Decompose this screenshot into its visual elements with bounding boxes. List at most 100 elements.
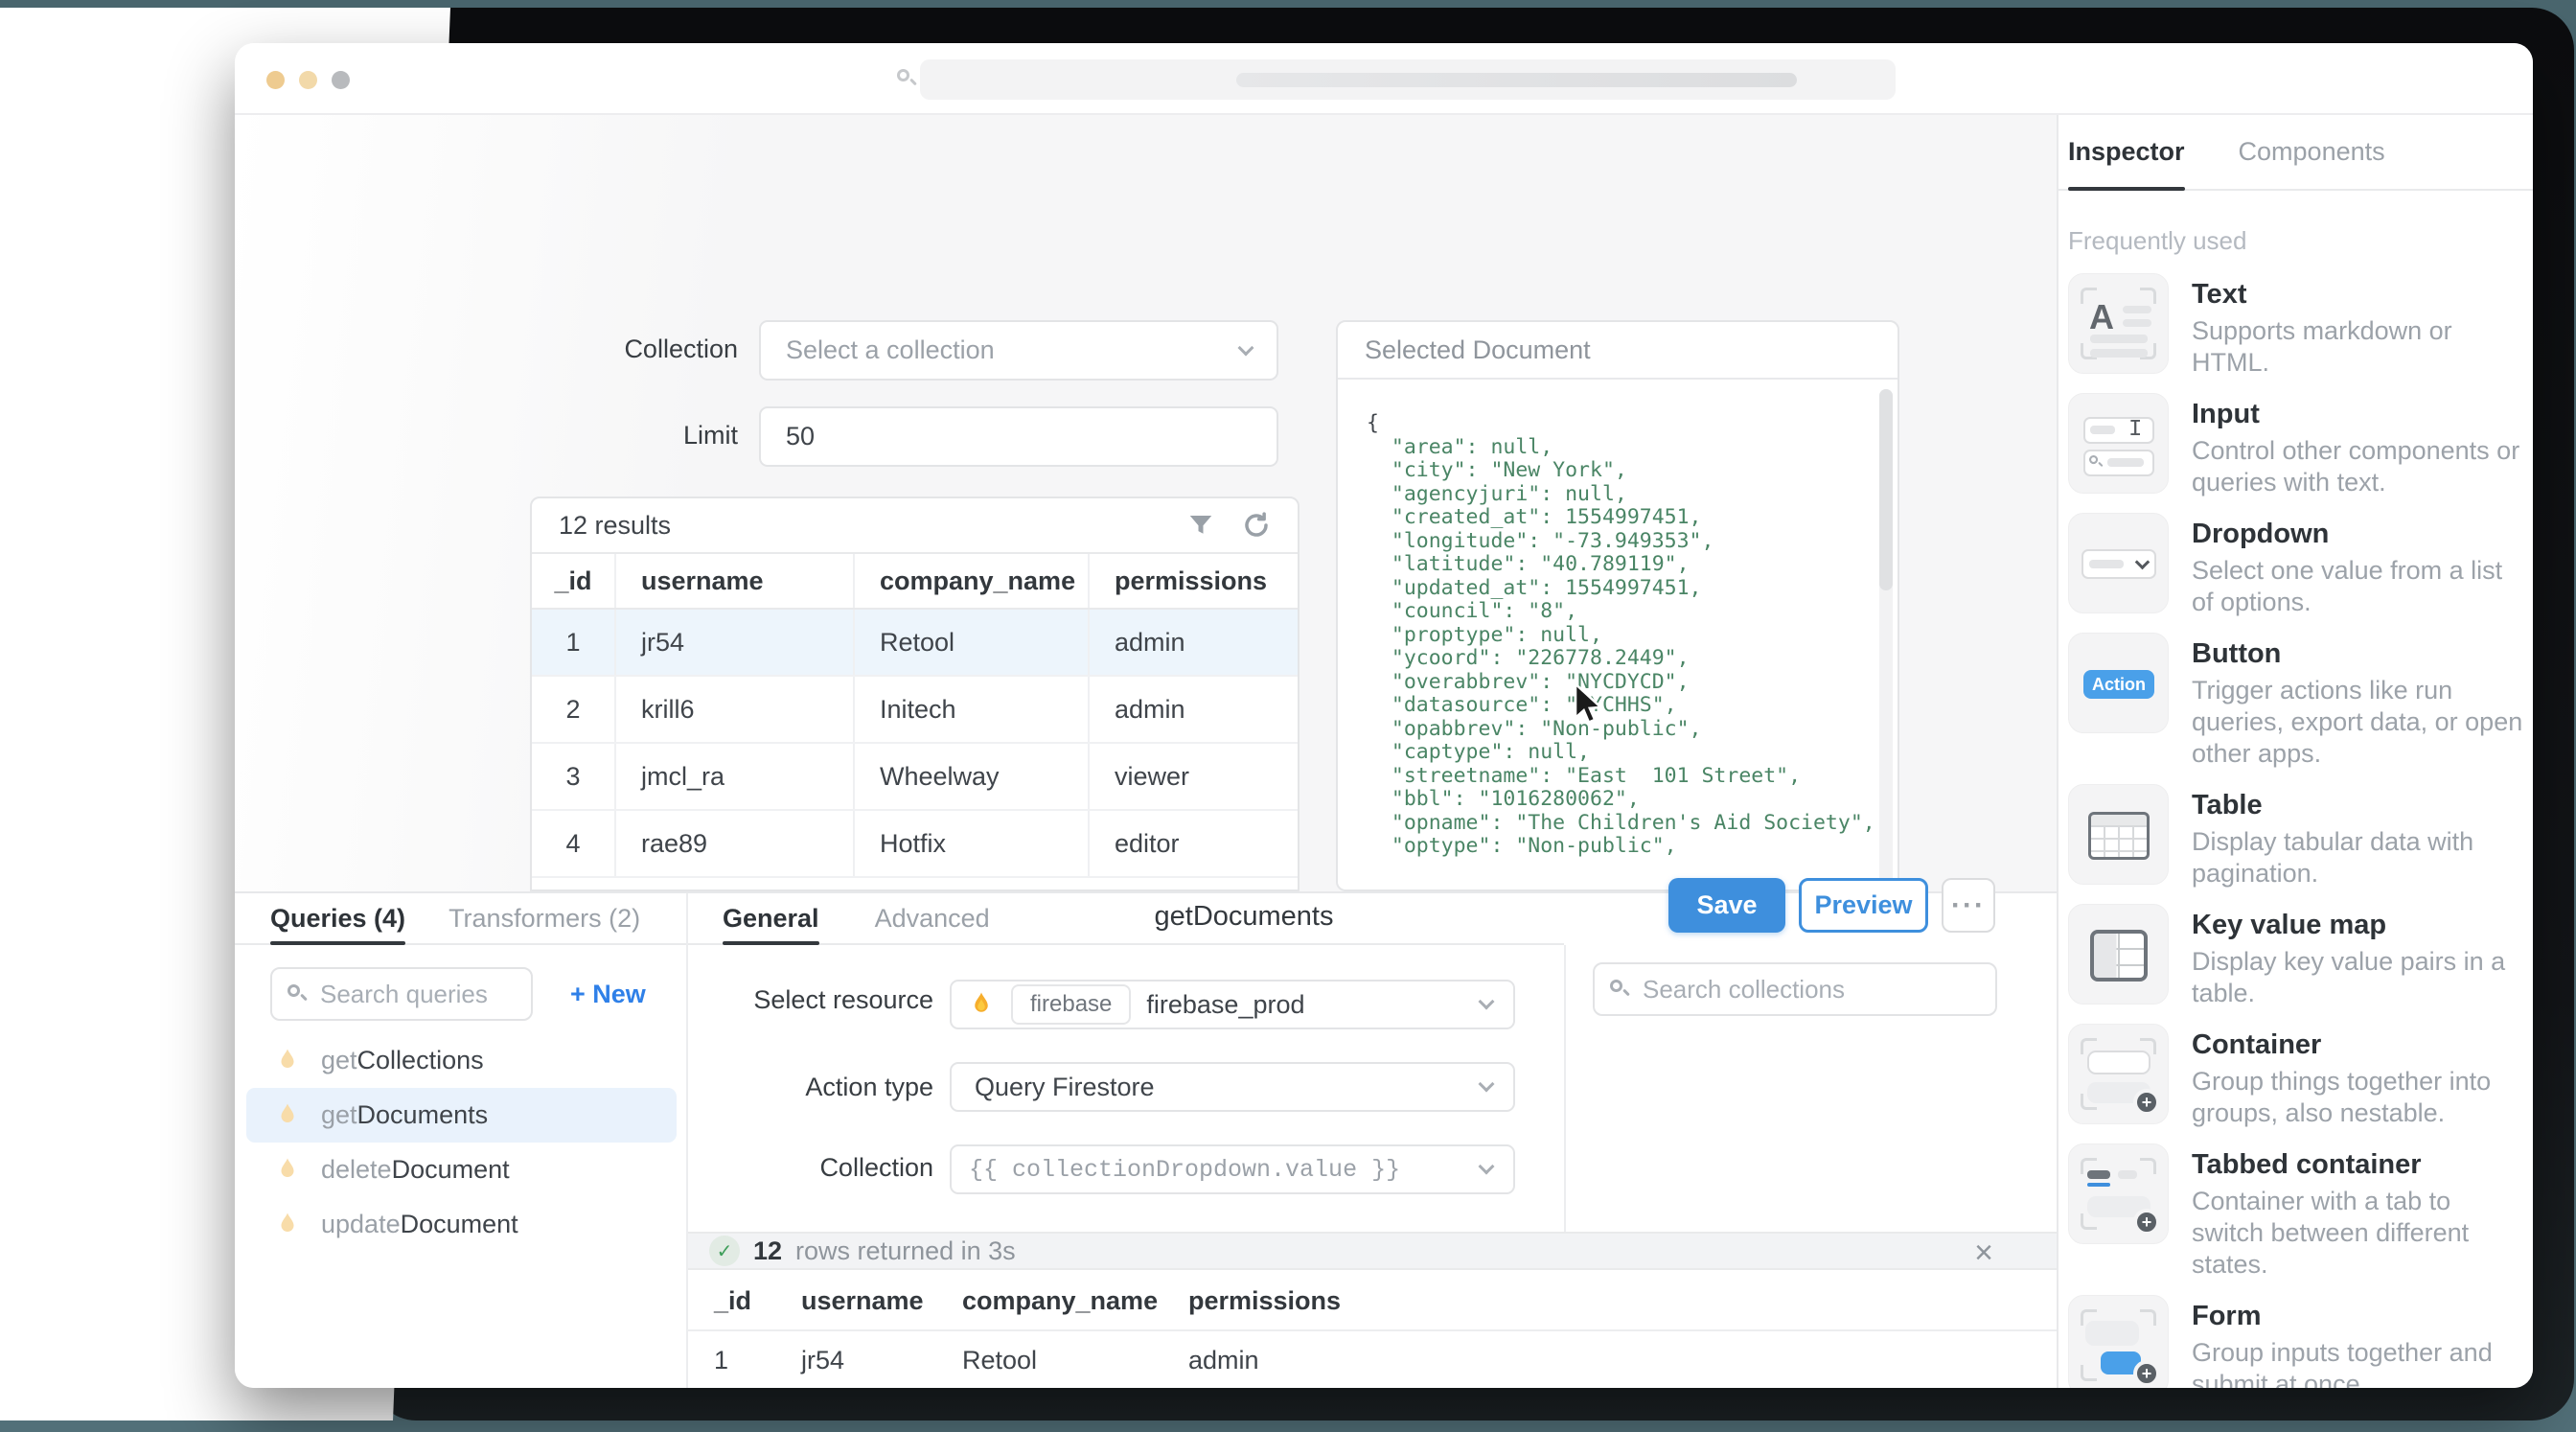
table-row[interactable]: 3 jmcl_ra Wheelway viewer bbox=[532, 744, 1298, 811]
key-value-map-component-icon bbox=[2068, 904, 2169, 1005]
inspector-sidebar: Inspector Components Frequently used A bbox=[2057, 115, 2533, 1388]
search-queries-input[interactable]: Search queries bbox=[270, 967, 533, 1021]
app-window: Collection Select a collection Limit 50 … bbox=[235, 43, 2533, 1388]
query-title: getDocuments bbox=[1052, 901, 1436, 933]
app-canvas: Collection Select a collection Limit 50 … bbox=[235, 115, 2057, 891]
component-item-dropdown[interactable]: Dropdown Select one value from a list of… bbox=[2068, 513, 2533, 618]
action-type-select[interactable]: Query Firestore bbox=[950, 1062, 1515, 1112]
add-icon: + bbox=[2133, 1209, 2160, 1236]
limit-input-value: 50 bbox=[786, 422, 815, 451]
window-close-dot[interactable] bbox=[266, 71, 285, 89]
tab-advanced[interactable]: Advanced bbox=[875, 893, 990, 943]
search-icon bbox=[288, 984, 307, 1004]
limit-input[interactable]: 50 bbox=[759, 406, 1278, 467]
action-type-label: Action type bbox=[688, 1073, 933, 1102]
component-item-input[interactable]: I Input Control other components or quer… bbox=[2068, 393, 2533, 498]
tab-general[interactable]: General bbox=[723, 893, 819, 943]
result-table-row[interactable]: 1 jr54 Retool admin bbox=[688, 1331, 2057, 1388]
component-item-button[interactable]: Action Button Trigger actions like run q… bbox=[2068, 633, 2533, 770]
component-item-key-value-map[interactable]: Key value map Display key value pairs in… bbox=[2068, 904, 2533, 1009]
collection-dropdown[interactable]: Select a collection bbox=[759, 320, 1278, 381]
tab-queries[interactable]: Queries (4) bbox=[270, 893, 405, 943]
chevron-down-icon bbox=[1479, 994, 1495, 1010]
tab-transformers[interactable]: Transformers (2) bbox=[448, 893, 640, 943]
firebase-icon bbox=[273, 1211, 302, 1239]
column-header[interactable]: permissions bbox=[1088, 554, 1298, 608]
results-table-card: 12 results _id username company_name per… bbox=[530, 497, 1300, 891]
queries-sidebar: Queries (4) Transformers (2) Search quer… bbox=[235, 893, 688, 1388]
refresh-icon[interactable] bbox=[1242, 511, 1271, 540]
tabbed-container-component-icon: + bbox=[2068, 1143, 2169, 1244]
query-list: getCollections getDocuments deleteDocume… bbox=[235, 1033, 688, 1252]
search-collections-input[interactable]: Search collections bbox=[1593, 962, 1997, 1016]
component-item-form[interactable]: + Form Group inputs together and submit … bbox=[2068, 1295, 2533, 1388]
collection-template-label: Collection bbox=[688, 1153, 933, 1183]
table-row[interactable]: 1 jr54 Retool admin bbox=[532, 610, 1298, 677]
json-document-viewer: { "area": null, "city": "New York", "age… bbox=[1338, 380, 1898, 859]
filter-icon[interactable] bbox=[1186, 511, 1215, 540]
form-component-icon: + bbox=[2068, 1295, 2169, 1388]
collection-template-input[interactable]: {{ collectionDropdown.value }} bbox=[950, 1144, 1515, 1194]
table-component-icon bbox=[2068, 784, 2169, 885]
window-minimize-dot[interactable] bbox=[299, 71, 317, 89]
query-list-item[interactable]: getCollections bbox=[235, 1033, 688, 1088]
resource-type-badge: firebase bbox=[1011, 984, 1131, 1025]
marketing-backdrop: Collection Select a collection Limit 50 … bbox=[0, 0, 2576, 1432]
query-editor: General Advanced getDocuments Save Previ… bbox=[688, 893, 2057, 1388]
text-component-icon: A bbox=[2068, 273, 2169, 374]
add-icon: + bbox=[2133, 1360, 2160, 1387]
search-queries-placeholder: Search queries bbox=[320, 980, 488, 1009]
chevron-down-icon bbox=[1238, 339, 1254, 356]
firebase-icon bbox=[273, 1101, 302, 1130]
resource-field-label: Select resource bbox=[688, 985, 933, 1015]
column-header[interactable]: _id bbox=[532, 554, 614, 608]
query-editor-panel: Queries (4) Transformers (2) Search quer… bbox=[235, 891, 2057, 1388]
component-item-tabbed-container[interactable]: + Tabbed container Container with a tab … bbox=[2068, 1143, 2533, 1281]
dropdown-component-icon bbox=[2068, 513, 2169, 613]
action-type-value: Query Firestore bbox=[975, 1073, 1155, 1102]
search-icon bbox=[1610, 980, 1629, 999]
status-row-count: 12 bbox=[753, 1236, 782, 1266]
url-search-bar[interactable] bbox=[920, 59, 1896, 100]
collection-dropdown-placeholder: Select a collection bbox=[786, 335, 995, 365]
component-item-table[interactable]: Table Display tabular data with paginati… bbox=[2068, 784, 2533, 889]
success-check-icon: ✓ bbox=[709, 1236, 740, 1266]
query-list-item-selected[interactable]: getDocuments bbox=[246, 1088, 677, 1143]
query-status-bar: ✓ 12 rows returned in 3s × bbox=[688, 1232, 2057, 1270]
table-row[interactable]: 4 rae89 Hotfix editor bbox=[532, 811, 1298, 878]
window-zoom-dot[interactable] bbox=[332, 71, 350, 89]
input-component-icon: I bbox=[2068, 393, 2169, 494]
tab-inspector[interactable]: Inspector bbox=[2068, 115, 2185, 189]
result-table-headers: _id username company_name permissions bbox=[688, 1272, 2057, 1331]
preview-button[interactable]: Preview bbox=[1799, 878, 1928, 933]
firebase-icon bbox=[273, 1156, 302, 1185]
results-column-headers: _id username company_name permissions bbox=[532, 554, 1298, 610]
tab-components[interactable]: Components bbox=[2239, 115, 2385, 189]
new-query-button[interactable]: + New bbox=[570, 980, 646, 1009]
browser-titlebar bbox=[235, 43, 2533, 115]
status-text: rows returned in 3s bbox=[795, 1236, 1016, 1266]
firebase-icon bbox=[967, 990, 996, 1019]
component-item-text[interactable]: A Text Supports markdown or HTML. bbox=[2068, 273, 2533, 379]
scrollbar-thumb[interactable] bbox=[1879, 389, 1893, 590]
query-list-item[interactable]: deleteDocument bbox=[235, 1143, 688, 1197]
more-options-icon[interactable]: ··· bbox=[1942, 878, 1995, 933]
scrollbar-track[interactable] bbox=[1879, 389, 1893, 884]
component-item-container[interactable]: + Container Group things together into g… bbox=[2068, 1024, 2533, 1129]
column-header[interactable]: username bbox=[614, 554, 853, 608]
frequently-used-heading: Frequently used bbox=[2068, 226, 2246, 256]
results-count-label: 12 results bbox=[559, 511, 671, 541]
close-icon[interactable]: × bbox=[1974, 1236, 1993, 1270]
search-icon bbox=[897, 69, 916, 88]
resource-select[interactable]: firebase firebase_prod bbox=[950, 980, 1515, 1029]
add-icon: + bbox=[2133, 1089, 2160, 1116]
save-button[interactable]: Save bbox=[1668, 878, 1785, 933]
table-row[interactable]: 2 krill6 Initech admin bbox=[532, 677, 1298, 744]
column-header[interactable]: company_name bbox=[853, 554, 1088, 608]
editor-divider bbox=[1564, 945, 1566, 1232]
query-list-item[interactable]: updateDocument bbox=[235, 1197, 688, 1252]
sidebar-tabs: Inspector Components bbox=[2058, 115, 2533, 191]
resource-value: firebase_prod bbox=[1146, 990, 1304, 1020]
selected-document-title: Selected Document bbox=[1365, 335, 1591, 365]
collection-field-label: Collection bbox=[508, 335, 738, 364]
